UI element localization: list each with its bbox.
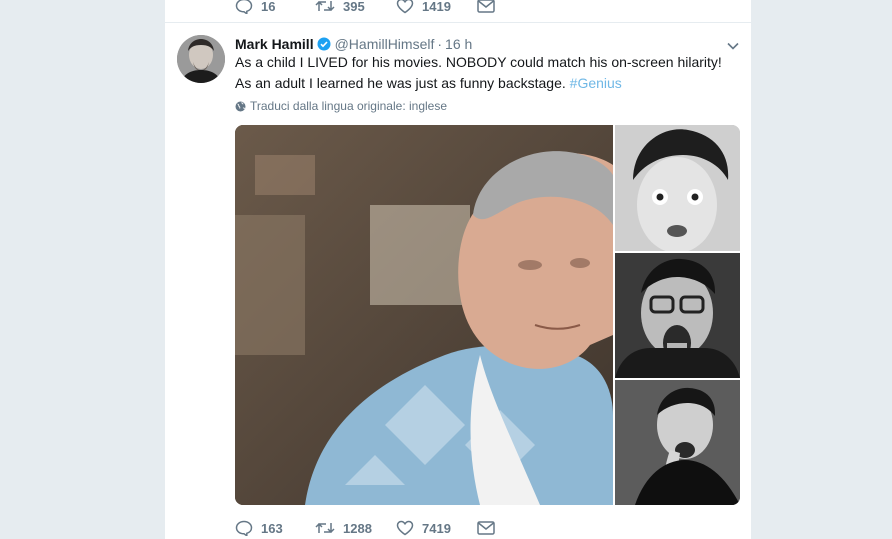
heart-icon	[396, 0, 414, 14]
like-action[interactable]: 7419	[396, 520, 477, 536]
hashtag-link[interactable]: #Genius	[570, 75, 622, 91]
translate-label: Traduci dalla lingua originale: inglese	[250, 99, 448, 113]
retweet-icon	[315, 0, 335, 12]
header-separator: ·	[437, 36, 443, 52]
media-photo-main[interactable]	[235, 125, 613, 505]
tweet-text-line-2-body: As an adult I learned he was just as fun…	[235, 75, 566, 91]
reply-action[interactable]: 163	[235, 520, 315, 536]
reply-icon	[235, 520, 253, 536]
envelope-icon	[477, 521, 495, 535]
tweet-media-grid	[235, 125, 740, 505]
retweet-count: 1288	[343, 520, 372, 536]
prev-message-action[interactable]	[477, 0, 495, 13]
avatar-image	[177, 35, 225, 83]
tweet-divider	[165, 22, 751, 23]
avatar[interactable]	[177, 35, 225, 83]
prev-like-action[interactable]: 1419	[396, 0, 477, 14]
prev-reply-count: 16	[261, 0, 276, 14]
globe-icon	[235, 101, 246, 111]
prev-retweet-action[interactable]: 395	[315, 0, 396, 14]
reply-count: 163	[261, 520, 283, 536]
like-count: 7419	[422, 520, 451, 536]
media-photo-4[interactable]	[615, 380, 740, 505]
reply-icon	[235, 0, 253, 14]
media-photo-3[interactable]	[615, 253, 740, 378]
tweet-timestamp[interactable]: 16 h	[445, 36, 472, 52]
prev-reply-action[interactable]: 16	[235, 0, 315, 14]
translate-link[interactable]: Traduci dalla lingua originale: inglese	[235, 99, 447, 113]
prev-tweet-actions: 16 395 1419	[235, 0, 495, 16]
envelope-icon	[477, 0, 495, 13]
retweet-icon	[315, 522, 335, 534]
tweet-text-line-1: As a child I LIVED for his movies. NOBOD…	[235, 54, 722, 70]
verified-badge-icon	[317, 37, 331, 51]
heart-icon	[396, 520, 414, 536]
tweet-actions: 163 1288 7419	[235, 518, 495, 538]
tweet-text-line-2: As an adult I learned he was just as fun…	[235, 73, 735, 94]
media-photo-2[interactable]	[615, 125, 740, 251]
timeline-column: 16 395 1419 Mark Hamill @HamillHimself ·…	[165, 0, 751, 539]
author-name[interactable]: Mark Hamill	[235, 36, 314, 52]
tweet-header: Mark Hamill @HamillHimself · 16 h	[235, 35, 472, 53]
author-handle[interactable]: @HamillHimself	[335, 36, 435, 52]
retweet-action[interactable]: 1288	[315, 520, 396, 536]
prev-retweet-count: 395	[343, 0, 365, 14]
tweet-text: As a child I LIVED for his movies. NOBOD…	[235, 52, 735, 94]
message-action[interactable]	[477, 521, 495, 535]
prev-like-count: 1419	[422, 0, 451, 14]
